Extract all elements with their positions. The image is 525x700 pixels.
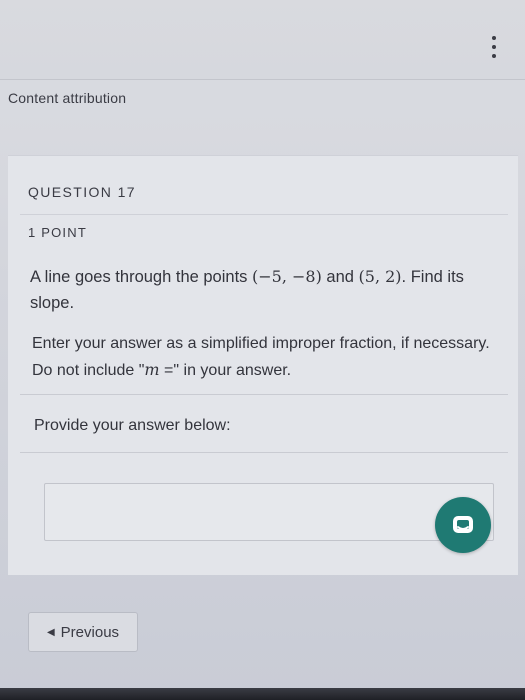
question-prompt: A line goes through the points (−5, −8) … xyxy=(30,264,500,316)
prompt-text: and xyxy=(321,268,359,286)
prompt-text: A line goes through the points xyxy=(30,268,252,286)
question-instructions: Enter your answer as a simplified improp… xyxy=(32,331,502,384)
screen-bezel xyxy=(0,688,525,700)
instructions-text: = xyxy=(159,362,174,379)
question-number: QUESTION 17 xyxy=(28,184,136,200)
math-variable: m xyxy=(144,360,160,379)
previous-button[interactable]: ◀ Previous xyxy=(28,612,138,652)
top-bar xyxy=(0,0,525,80)
divider xyxy=(20,394,508,395)
instructions-text: " in your answer. xyxy=(173,362,292,379)
chat-button[interactable] xyxy=(435,497,491,553)
point-b: (5, 2) xyxy=(358,267,402,286)
answer-input[interactable] xyxy=(44,483,494,541)
divider xyxy=(20,452,508,453)
previous-label: Previous xyxy=(60,623,120,641)
caret-left-icon: ◀ xyxy=(46,626,55,638)
kebab-menu-icon[interactable] xyxy=(487,36,501,58)
point-a: (−5, −8) xyxy=(252,267,322,286)
content-attribution-link[interactable]: Content attribution xyxy=(8,90,126,106)
divider xyxy=(20,214,508,215)
question-points: 1 POINT xyxy=(28,225,87,240)
chat-bubble-icon xyxy=(453,516,473,533)
answer-label: Provide your answer below: xyxy=(34,417,231,434)
